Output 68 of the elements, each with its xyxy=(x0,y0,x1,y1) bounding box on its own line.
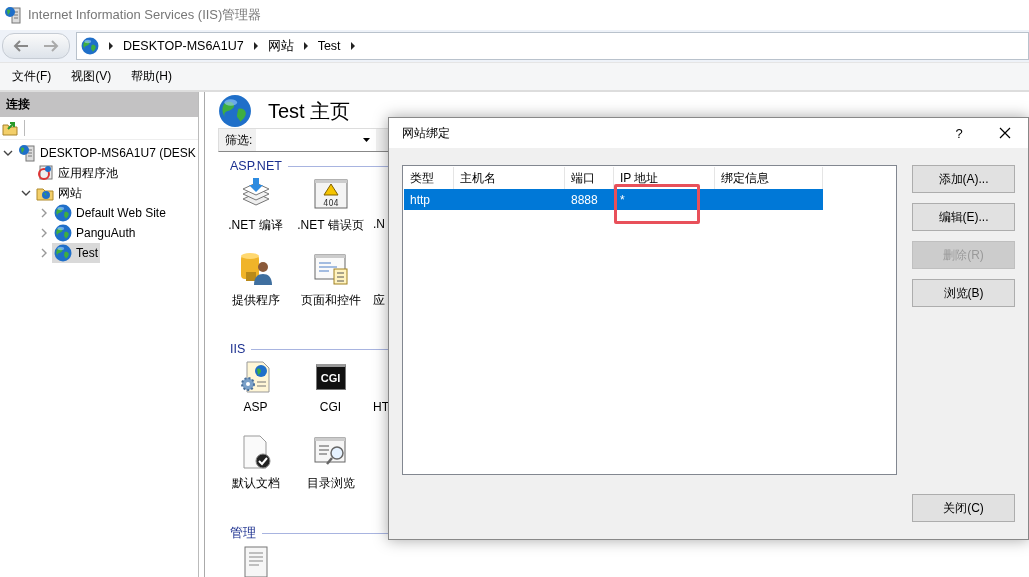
page-controls-icon xyxy=(313,252,348,286)
feature-label[interactable]: CGI xyxy=(319,400,342,414)
group-title: 管理 xyxy=(230,524,256,542)
chevron-down-icon[interactable] xyxy=(21,188,31,198)
column-header[interactable]: IP 地址 xyxy=(620,169,659,187)
chevron-icon xyxy=(303,42,308,50)
chevron-icon xyxy=(350,42,355,50)
chevron-icon xyxy=(253,42,258,50)
chevron-right-icon[interactable] xyxy=(39,248,49,258)
dialog-button[interactable]: 编辑(E)... xyxy=(912,203,1015,231)
tree-item[interactable]: Default Web Site xyxy=(52,203,168,223)
globe-icon xyxy=(54,244,72,262)
feature-label[interactable]: 目录浏览 xyxy=(306,475,355,492)
menu-item[interactable]: 视图(V) xyxy=(63,68,120,85)
table-cell: * xyxy=(620,192,625,207)
breadcrumb[interactable]: 网站 xyxy=(267,37,294,55)
feature-label[interactable]: 默认文档 xyxy=(231,475,280,492)
feature-label[interactable]: .NET 错误页 xyxy=(297,217,364,234)
binding-row[interactable]: http 8888 * xyxy=(404,189,823,210)
chevron-icon xyxy=(109,42,113,50)
feature-label[interactable]: ASP xyxy=(243,400,268,414)
close-button[interactable]: 关闭(C) xyxy=(912,494,1015,522)
pane-title: 连接 xyxy=(6,96,30,113)
cgi-icon: CGI xyxy=(315,364,346,390)
globe-icon xyxy=(54,224,72,242)
breadcrumb[interactable]: Test xyxy=(317,39,341,53)
table-cell: http xyxy=(410,192,430,207)
feature-label[interactable]: 页面和控件 xyxy=(300,292,361,309)
menu-item[interactable]: 文件(F) xyxy=(4,68,60,85)
warning-page-icon: 404 xyxy=(313,177,348,211)
forward-arrow-icon[interactable] xyxy=(43,40,59,52)
tree-item[interactable]: 网站 xyxy=(34,183,84,203)
dialog-button[interactable]: 添加(A)... xyxy=(912,165,1015,193)
column-header[interactable]: 类型 xyxy=(410,169,434,187)
feature-label[interactable]: 提供程序 xyxy=(231,292,280,309)
database-user-icon xyxy=(238,252,273,286)
breadcrumb[interactable]: DESKTOP-MS6A1U7 xyxy=(123,39,244,53)
dialog-button[interactable]: 浏览(B) xyxy=(912,279,1015,307)
column-header[interactable]: 端口 xyxy=(571,169,595,187)
chevron-right-icon[interactable] xyxy=(39,208,49,218)
feature-label[interactable]: .NET 编译 xyxy=(228,217,283,234)
tree-item[interactable]: Test xyxy=(52,243,100,263)
chevron-down-icon[interactable] xyxy=(3,148,13,158)
column-header[interactable]: 主机名 xyxy=(460,169,496,187)
server-globe-icon xyxy=(18,144,36,162)
group-title: IIS xyxy=(230,342,246,356)
back-arrow-icon[interactable] xyxy=(13,40,29,52)
feature-label[interactable]: .N xyxy=(373,217,385,231)
group-title: ASP.NET xyxy=(230,159,282,173)
menu-item[interactable]: 帮助(H) xyxy=(123,68,180,85)
tree-item[interactable]: DESKTOP-MS6A1U7 (DESK xyxy=(16,143,198,163)
window-title: Internet Information Services (IIS)管理器 xyxy=(28,6,262,24)
globe-icon xyxy=(54,204,72,222)
page-title: Test 主页 xyxy=(268,98,351,124)
app-pool-icon xyxy=(36,164,54,182)
app-icon xyxy=(4,6,22,24)
document-gear-icon xyxy=(238,360,273,394)
table-cell: 8888 xyxy=(571,192,598,207)
chevron-right-icon[interactable] xyxy=(39,228,49,238)
tree-item[interactable]: PanguAuth xyxy=(52,223,138,243)
globe-icon xyxy=(81,37,99,55)
address-bar[interactable]: DESKTOP-MS6A1U7 网站 Test xyxy=(76,32,1029,60)
folder-arrow-icon[interactable] xyxy=(2,120,18,136)
tree-item[interactable]: 应用程序池 xyxy=(34,163,120,183)
feature-label[interactable]: 应 xyxy=(373,292,385,309)
globe-icon xyxy=(218,94,252,128)
feature-label[interactable]: HT xyxy=(373,400,389,414)
column-header[interactable]: 绑定信息 xyxy=(721,169,769,187)
